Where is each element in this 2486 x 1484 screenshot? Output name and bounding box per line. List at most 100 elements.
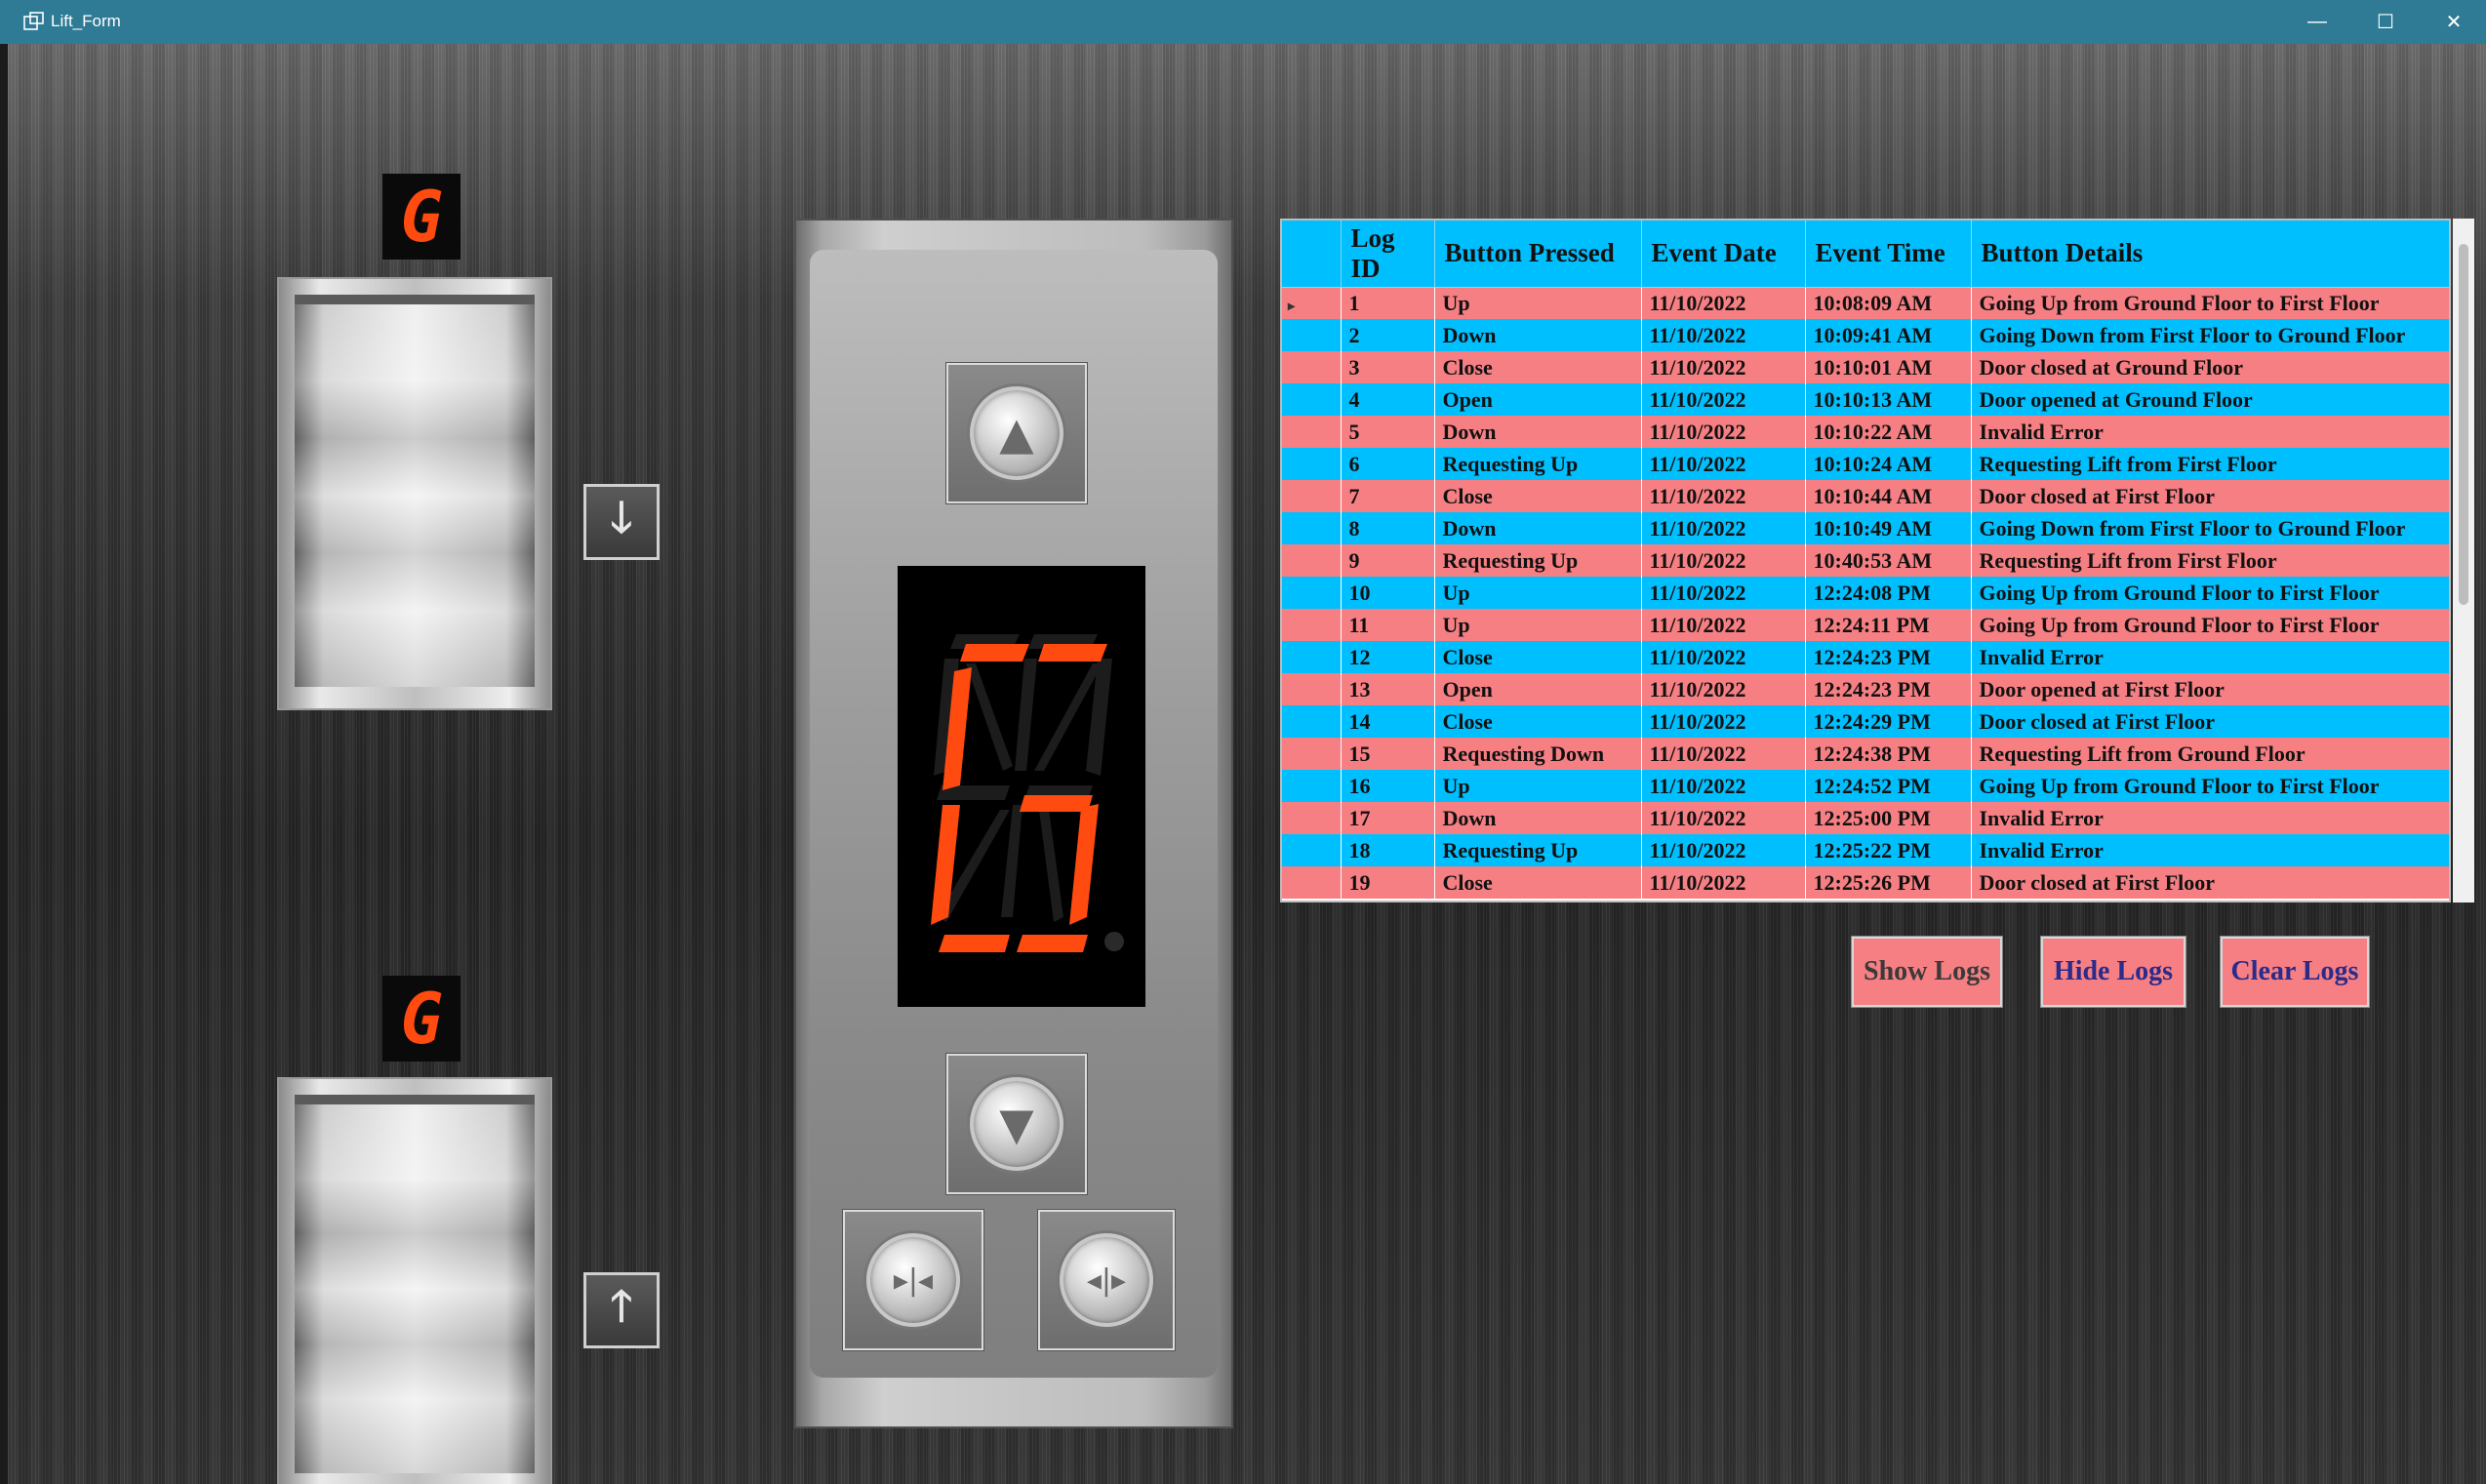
logs-data-grid[interactable]: Log ID Button Pressed Event Date Event T… <box>1280 219 2451 902</box>
button-pressed-cell[interactable]: Requesting Up <box>1434 448 1642 480</box>
table-row[interactable]: 10 Up 11/10/2022 12:24:08 PM Going Up from G… <box>1282 577 2449 609</box>
event-time-cell[interactable]: 12:25:22 PM <box>1805 834 1972 866</box>
button-details-cell[interactable]: Going Up from Ground Floor to First Floo… <box>1971 287 2449 319</box>
button-pressed-cell[interactable]: Up <box>1434 609 1642 641</box>
column-header-log-id[interactable]: Log ID <box>1341 221 1435 288</box>
button-pressed-cell[interactable]: Down <box>1434 802 1642 834</box>
table-row[interactable]: 5 Down 11/10/2022 10:10:22 AM Invalid Error <box>1282 416 2449 448</box>
event-date-cell[interactable]: 11/10/2022 <box>1641 673 1806 705</box>
row-header-cell[interactable] <box>1282 383 1342 416</box>
clear-logs-button[interactable]: Clear Logs <box>2220 936 2370 1008</box>
event-date-cell[interactable]: 11/10/2022 <box>1641 834 1806 866</box>
log-id-cell[interactable]: 9 <box>1341 544 1435 577</box>
minimize-button[interactable]: — <box>2283 0 2351 44</box>
button-details-cell[interactable]: Requesting Lift from First Floor <box>1971 544 2449 577</box>
row-header-cell[interactable] <box>1282 544 1342 577</box>
column-header-event-date[interactable]: Event Date <box>1641 221 1806 288</box>
log-id-cell[interactable]: 2 <box>1341 319 1435 351</box>
button-pressed-cell[interactable]: Up <box>1434 577 1642 609</box>
column-header-event-time[interactable]: Event Time <box>1805 221 1972 288</box>
button-pressed-cell[interactable]: Close <box>1434 641 1642 673</box>
event-date-cell[interactable]: 11/10/2022 <box>1641 544 1806 577</box>
logs-vertical-scrollbar[interactable] <box>2453 219 2474 902</box>
button-pressed-cell[interactable]: Up <box>1434 770 1642 802</box>
button-pressed-cell[interactable]: Close <box>1434 705 1642 738</box>
table-row[interactable]: 17 Down 11/10/2022 12:25:00 PM Invalid Error <box>1282 802 2449 834</box>
event-date-cell[interactable]: 11/10/2022 <box>1641 351 1806 383</box>
event-date-cell[interactable]: 11/10/2022 <box>1641 287 1806 319</box>
event-time-cell[interactable]: 12:24:52 PM <box>1805 770 1972 802</box>
event-time-cell[interactable]: 10:08:09 AM <box>1805 287 1972 319</box>
table-row[interactable]: 15 Requesting Down 11/10/2022 12:24:38 PM Re… <box>1282 738 2449 770</box>
event-time-cell[interactable]: 12:24:11 PM <box>1805 609 1972 641</box>
button-details-cell[interactable]: Requesting Lift from First Floor <box>1971 448 2449 480</box>
event-date-cell[interactable]: 11/10/2022 <box>1641 319 1806 351</box>
table-row[interactable]: 9 Requesting Up 11/10/2022 10:40:53 AM Reque… <box>1282 544 2449 577</box>
log-id-cell[interactable]: 7 <box>1341 480 1435 512</box>
log-id-cell[interactable]: 18 <box>1341 834 1435 866</box>
table-row[interactable]: 18 Requesting Up 11/10/2022 12:25:22 PM Inva… <box>1282 834 2449 866</box>
button-pressed-cell[interactable]: Open <box>1434 383 1642 416</box>
button-details-cell[interactable]: Door closed at First Floor <box>1971 866 2449 899</box>
event-time-cell[interactable]: 10:09:41 AM <box>1805 319 1972 351</box>
button-pressed-cell[interactable]: Down <box>1434 512 1642 544</box>
button-pressed-cell[interactable]: Open <box>1434 673 1642 705</box>
event-date-cell[interactable]: 11/10/2022 <box>1641 448 1806 480</box>
button-pressed-cell[interactable]: Close <box>1434 480 1642 512</box>
table-row[interactable]: 16 Up 11/10/2022 12:24:52 PM Going Up from G… <box>1282 770 2449 802</box>
event-date-cell[interactable]: 11/10/2022 <box>1641 480 1806 512</box>
scrollbar-thumb[interactable] <box>2459 244 2468 605</box>
button-details-cell[interactable]: Going Down from First Floor to Ground Fl… <box>1971 319 2449 351</box>
table-row[interactable]: 19 Close 11/10/2022 12:25:26 PM Door closed … <box>1282 866 2449 899</box>
button-details-cell[interactable]: Going Up from Ground Floor to First Floo… <box>1971 609 2449 641</box>
button-details-cell[interactable]: Requesting Lift from Ground Floor <box>1971 738 2449 770</box>
event-time-cell[interactable]: 12:24:38 PM <box>1805 738 1972 770</box>
event-time-cell[interactable]: 12:24:29 PM <box>1805 705 1972 738</box>
row-header-cell[interactable] <box>1282 641 1342 673</box>
table-row[interactable]: 14 Close 11/10/2022 12:24:29 PM Door closed … <box>1282 705 2449 738</box>
table-row[interactable]: ▸ 1 Up 11/10/2022 10:08:09 AM Going Up from G… <box>1282 287 2449 319</box>
event-date-cell[interactable]: 11/10/2022 <box>1641 609 1806 641</box>
row-header-cell[interactable]: ▸ <box>1282 287 1342 319</box>
event-time-cell[interactable]: 10:10:22 AM <box>1805 416 1972 448</box>
log-id-cell[interactable]: 16 <box>1341 770 1435 802</box>
event-time-cell[interactable]: 10:10:01 AM <box>1805 351 1972 383</box>
button-details-cell[interactable]: Invalid Error <box>1971 834 2449 866</box>
table-row[interactable]: 13 Open 11/10/2022 12:24:23 PM Door opened a… <box>1282 673 2449 705</box>
log-id-cell[interactable]: 10 <box>1341 577 1435 609</box>
row-header-cell[interactable] <box>1282 673 1342 705</box>
row-header-cell[interactable] <box>1282 834 1342 866</box>
show-logs-button[interactable]: Show Logs <box>1851 936 2003 1008</box>
button-pressed-cell[interactable]: Requesting Down <box>1434 738 1642 770</box>
row-header-cell[interactable] <box>1282 512 1342 544</box>
maximize-button[interactable]: ☐ <box>2351 0 2420 44</box>
log-id-cell[interactable]: 11 <box>1341 609 1435 641</box>
close-button[interactable]: ✕ <box>2420 0 2486 44</box>
door-open-button[interactable]: ◂|▸ <box>1037 1209 1176 1351</box>
event-time-cell[interactable]: 12:24:23 PM <box>1805 641 1972 673</box>
event-time-cell[interactable]: 12:25:00 PM <box>1805 802 1972 834</box>
log-id-cell[interactable]: 1 <box>1341 287 1435 319</box>
door-close-button[interactable]: ▸|◂ <box>842 1209 984 1351</box>
event-date-cell[interactable]: 11/10/2022 <box>1641 383 1806 416</box>
table-row[interactable]: 6 Requesting Up 11/10/2022 10:10:24 AM Reque… <box>1282 448 2449 480</box>
button-pressed-cell[interactable]: Close <box>1434 351 1642 383</box>
log-id-cell[interactable]: 4 <box>1341 383 1435 416</box>
log-id-cell[interactable]: 17 <box>1341 802 1435 834</box>
row-header-cell[interactable] <box>1282 802 1342 834</box>
log-id-cell[interactable]: 6 <box>1341 448 1435 480</box>
event-date-cell[interactable]: 11/10/2022 <box>1641 705 1806 738</box>
row-header-cell[interactable] <box>1282 416 1342 448</box>
row-header-cell[interactable] <box>1282 319 1342 351</box>
log-id-cell[interactable]: 3 <box>1341 351 1435 383</box>
button-pressed-cell[interactable]: Up <box>1434 287 1642 319</box>
event-time-cell[interactable]: 10:40:53 AM <box>1805 544 1972 577</box>
column-header-button-pressed[interactable]: Button Pressed <box>1434 221 1642 288</box>
log-id-cell[interactable]: 15 <box>1341 738 1435 770</box>
first-floor-call-down-button[interactable]: 🡓 <box>583 484 660 560</box>
table-row[interactable]: 8 Down 11/10/2022 10:10:49 AM Going Down fro… <box>1282 512 2449 544</box>
button-pressed-cell[interactable]: Requesting Up <box>1434 834 1642 866</box>
panel-up-button[interactable]: ▲ <box>945 362 1088 504</box>
event-date-cell[interactable]: 11/10/2022 <box>1641 512 1806 544</box>
row-header-cell[interactable] <box>1282 577 1342 609</box>
